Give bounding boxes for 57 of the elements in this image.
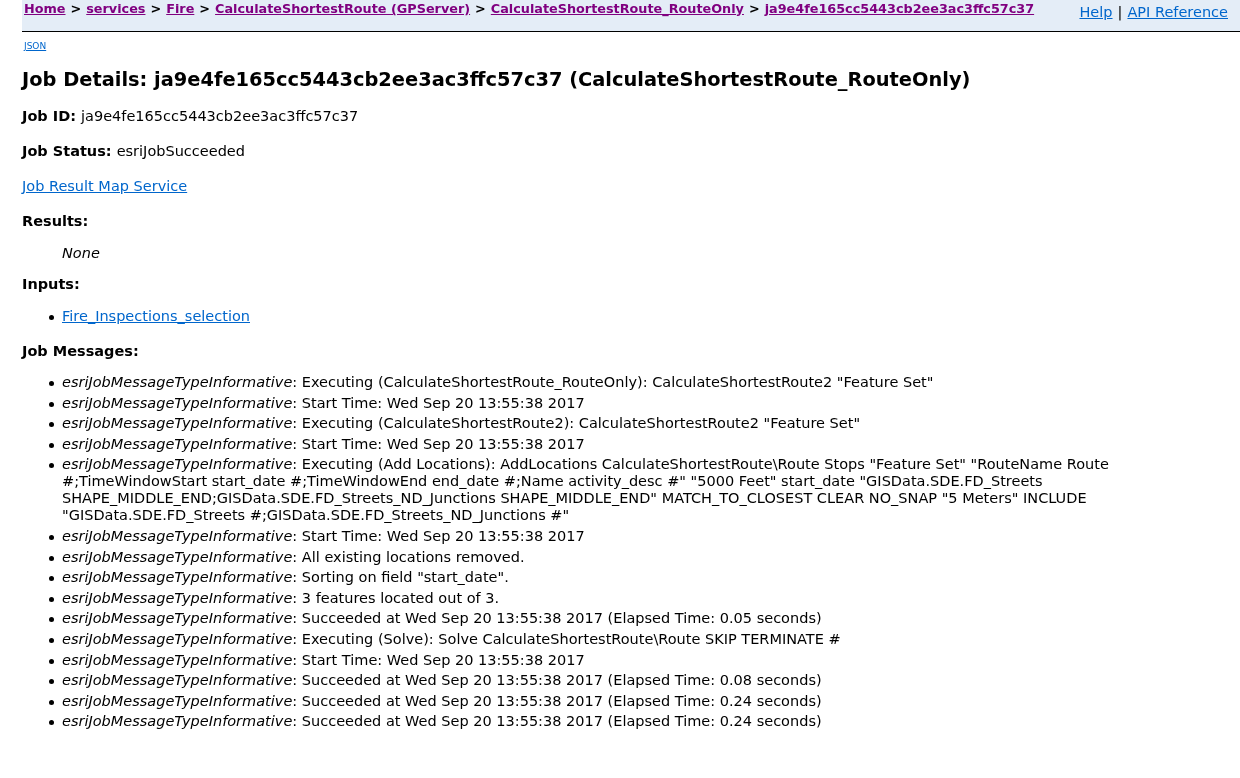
bullet-icon (49, 401, 54, 407)
breadcrumb-link[interactable]: CalculateShortestRoute_RouteOnly (490, 1, 744, 16)
result-map-service-link[interactable]: Job Result Map Service (22, 178, 188, 194)
job-message: esriJobMessageTypeInformative: Succeeded at Wed Sep 20 13:55:38 2017 (Elapsed Time: 0.24 seconds) (62, 692, 823, 710)
bullet-icon (49, 381, 54, 386)
job-message: esriJobMessageTypeInformative: Start Time: Wed Sep 20 13:55:38 2017 (62, 527, 586, 545)
bullet-icon (49, 442, 54, 448)
job-message: esriJobMessageTypeInformative: All existing locations removed. (62, 548, 526, 566)
bullet-icon (49, 679, 54, 685)
field-label: Job ID: (22, 108, 76, 124)
bullet-icon (49, 422, 54, 428)
input-link[interactable]: Fire_Inspections_selection (62, 308, 250, 325)
field-label: Job Status: (22, 143, 112, 159)
job-message: esriJobMessageTypeInformative: Executing (Add Locations): AddLocations CalculateShortestRoute\Route Stops "Feature Set" "RouteName Route #;TimeWindowStart start_date #;TimeWindowEnd end_date #;Name activity_desc #" "5000 Feet" start_date "GISData.SDE.FD_Streets SHAPE_MIDDLE_END;GISData.SDE.FD_Streets_ND_Junctions SHAPE_MIDDLE_END" MATCH_TO_CLOSEST CLEAR NO_SNAP "5 Meters" INCLUDE "GISData.SDE.FD_Streets #;GISData.SDE.FD_Streets_ND_Junctions #" (62, 456, 1110, 525)
breadcrumb-separator: > (70, 1, 82, 16)
field-value: ja9e4fe165cc5443cb2ee3ac3ffc57c37 (81, 108, 359, 124)
link-separator: | (1117, 4, 1123, 20)
job-message: esriJobMessageTypeInformative: Start Time: Wed Sep 20 13:55:38 2017 (62, 435, 586, 453)
page-title: Job Details: ja9e4fe165cc5443cb2ee3ac3ffc57c37 (CalculateShortestRoute_RouteOnly) (22, 68, 972, 92)
breadcrumb-separator: > (199, 1, 211, 16)
breadcrumb-link[interactable]: services (86, 1, 146, 16)
breadcrumb-separator: > (748, 1, 760, 16)
breadcrumb-separator: > (150, 1, 162, 16)
section-heading: Inputs: (22, 276, 81, 293)
bullet-icon (49, 617, 54, 623)
bullet-icon (49, 596, 54, 602)
header-link[interactable]: Help (1079, 4, 1113, 20)
breadcrumb-link[interactable]: CalculateShortestRoute (GPServer) (215, 1, 471, 16)
job-message: esriJobMessageTypeInformative: Succeeded at Wed Sep 20 13:55:38 2017 (Elapsed Time: 0.24 seconds) (62, 713, 823, 731)
bullet-icon (49, 658, 54, 664)
job-message: esriJobMessageTypeInformative: Succeeded at Wed Sep 20 13:55:38 2017 (Elapsed Time: 0.05 seconds) (62, 610, 823, 628)
bullet-icon (49, 315, 54, 320)
header-link[interactable]: API Reference (1127, 4, 1228, 20)
empty-results-text: None (62, 245, 100, 261)
job-message: esriJobMessageTypeInformative: Executing (Solve): Solve CalculateShortestRoute\Route SKIP TERMINATE # (62, 630, 842, 648)
bullet-icon (49, 534, 54, 540)
job-message: esriJobMessageTypeInformative: Executing (CalculateShortestRoute2): CalculateShortestRoute2 "Feature Set" (62, 415, 862, 433)
bullet-icon (49, 699, 54, 705)
json-format-link[interactable]: JSON (24, 41, 47, 51)
bullet-icon (49, 463, 54, 469)
breadcrumb-link[interactable]: Home (24, 1, 66, 16)
job-message: esriJobMessageTypeInformative: Executing (CalculateShortestRoute_RouteOnly): CalculateShortestRoute2 "Feature Set" (62, 374, 935, 391)
breadcrumb-link[interactable]: ja9e4fe165cc5443cb2ee3ac3ffc57c37 (764, 1, 1035, 16)
breadcrumb-separator: > (475, 1, 486, 16)
job-message: esriJobMessageTypeInformative: Start Time: Wed Sep 20 13:55:38 2017 (62, 651, 586, 669)
field-value: esriJobSucceeded (116, 143, 245, 159)
bullet-icon (49, 720, 54, 726)
job-message: esriJobMessageTypeInformative: Succeeded at Wed Sep 20 13:55:38 2017 (Elapsed Time: 0.08 seconds) (62, 672, 823, 690)
bullet-icon (49, 637, 54, 643)
bullet-icon (49, 576, 54, 582)
job-message: esriJobMessageTypeInformative: 3 features located out of 3. (62, 589, 501, 607)
breadcrumb-link[interactable]: Fire (166, 1, 195, 16)
section-heading: Job Messages: (22, 343, 140, 360)
job-message: esriJobMessageTypeInformative: Start Time: Wed Sep 20 13:55:38 2017 (62, 394, 586, 412)
section-heading: Results: (22, 213, 90, 230)
bullet-icon (49, 555, 54, 561)
job-message: esriJobMessageTypeInformative: Sorting on field "start_date". (62, 569, 510, 587)
